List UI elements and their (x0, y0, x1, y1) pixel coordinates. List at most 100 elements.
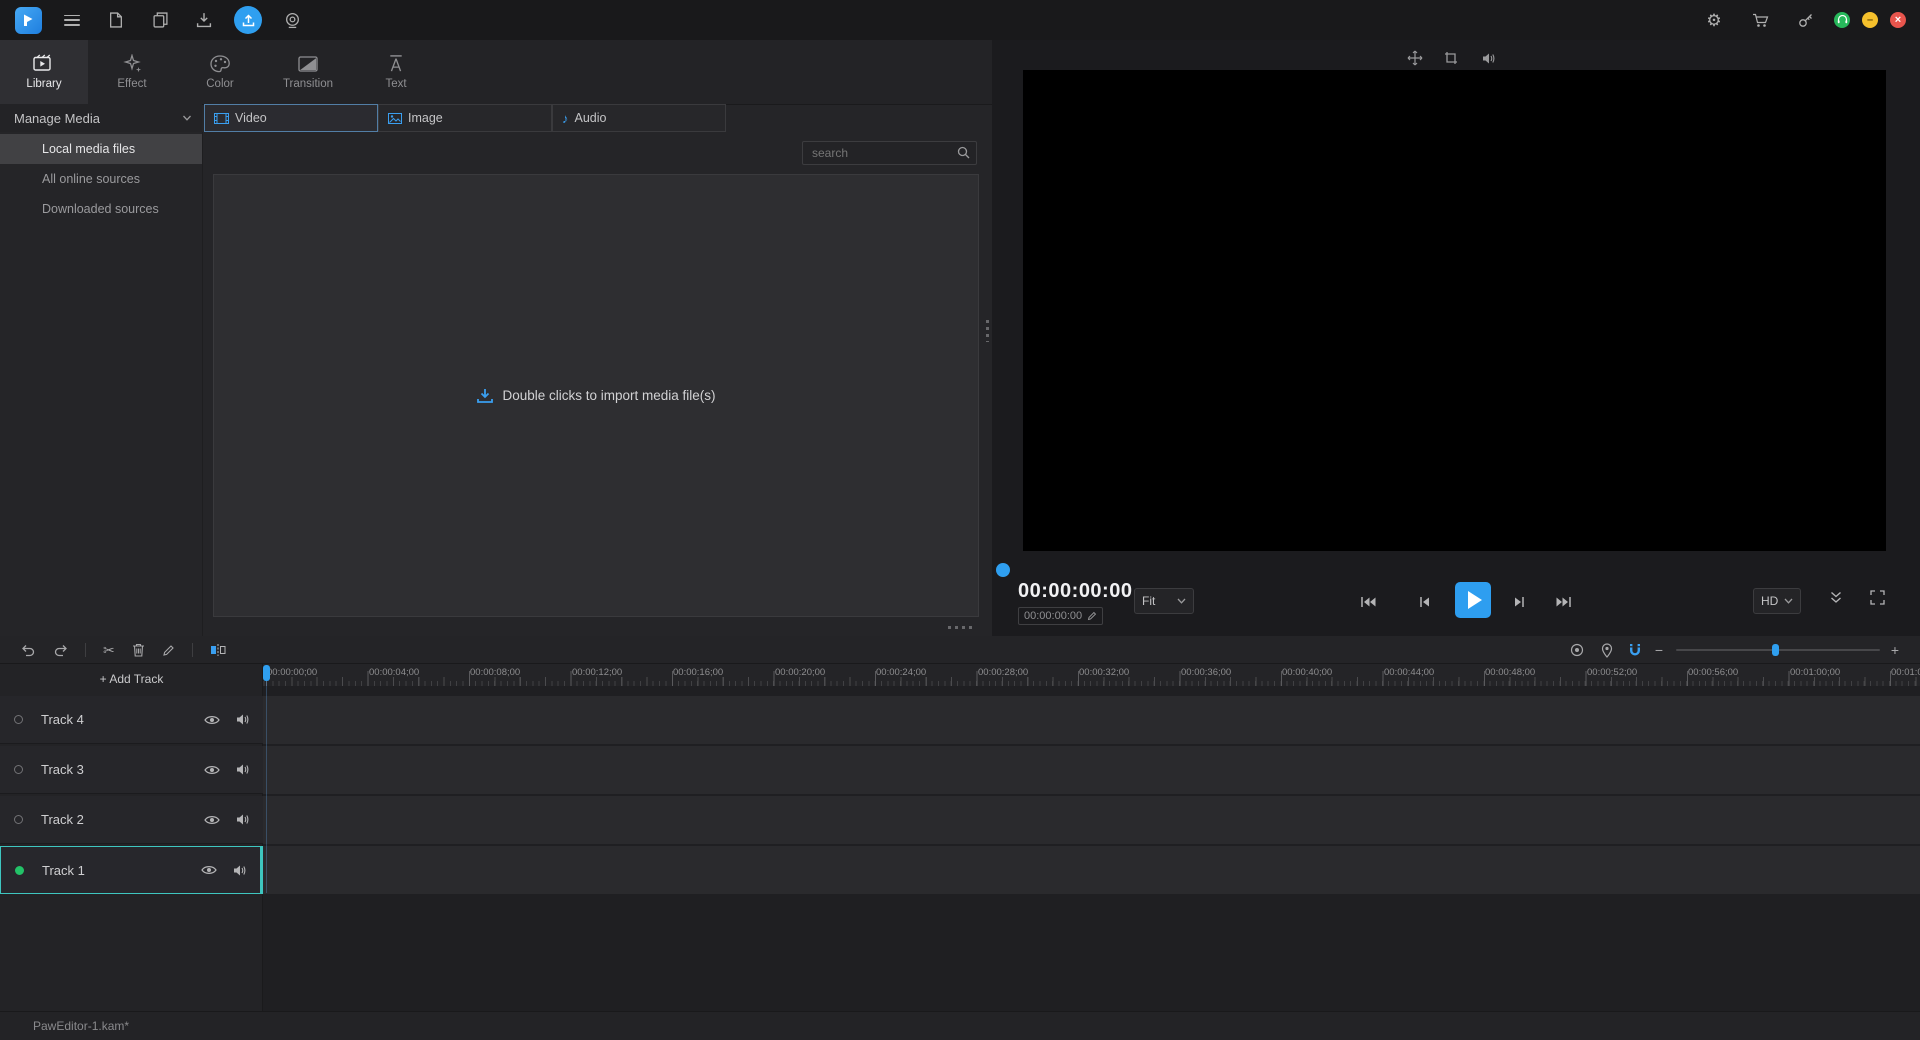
fullscreen-button[interactable] (1870, 590, 1885, 605)
zoom-slider-handle[interactable] (1772, 644, 1779, 656)
search-icon (957, 146, 970, 159)
media-type-tab-video[interactable]: Video (204, 104, 378, 132)
jump-end-button[interactable] (1552, 594, 1576, 610)
media-type-tab-audio[interactable]: ♪ Audio (552, 104, 726, 132)
playhead-marker[interactable] (263, 665, 270, 681)
sidebar-item-online-sources[interactable]: All online sources (0, 164, 202, 194)
minimize-icon: – (1867, 15, 1873, 26)
track-name: Track 4 (41, 712, 201, 727)
seek-handle[interactable] (996, 563, 1010, 577)
edit-button[interactable] (162, 644, 175, 657)
media-panel: Library Effect Color Transition Text Man… (0, 40, 993, 636)
media-type-label: Audio (575, 111, 607, 125)
track-header[interactable]: Track 4 (0, 696, 263, 744)
tab-effect[interactable]: Effect (88, 40, 176, 104)
add-track-button[interactable]: + Add Track (0, 670, 263, 688)
panel-resize-handle-horizontal[interactable] (948, 626, 974, 629)
new-project-button[interactable] (100, 4, 132, 36)
track-visibility-button[interactable] (201, 760, 223, 780)
media-import-drop-area[interactable]: Double clicks to import media file(s) (213, 174, 979, 617)
chevron-down-icon (182, 115, 192, 121)
projects-button[interactable] (144, 4, 176, 36)
project-filename: PawEditor-1.kam* (33, 1012, 129, 1040)
track-mute-button[interactable] (232, 810, 254, 830)
export-button[interactable] (232, 4, 264, 36)
titlebar-left (0, 0, 308, 40)
cut-button[interactable]: ✂ (103, 643, 115, 657)
manage-media-dropdown[interactable]: Manage Media (0, 104, 202, 132)
zoom-in-button[interactable]: + (1884, 636, 1906, 664)
import-button[interactable] (188, 4, 220, 36)
record-button[interactable] (276, 4, 308, 36)
video-preview (1023, 70, 1886, 551)
sidebar-item-downloaded-sources[interactable]: Downloaded sources (0, 194, 202, 224)
ruler-label: 00:00:32;00 (1079, 667, 1129, 678)
track-mute-button[interactable] (232, 760, 254, 780)
prev-frame-button[interactable] (1412, 594, 1436, 610)
transform-move-button[interactable] (1404, 47, 1426, 69)
track-header[interactable]: Track 2 (0, 796, 263, 844)
keyframe-button[interactable] (1566, 636, 1588, 664)
edit-pencil-icon[interactable] (1087, 611, 1097, 621)
track-header[interactable]: Track 3 (0, 746, 263, 794)
sidebar-item-local-media[interactable]: Local media files (0, 134, 202, 164)
scissors-icon: ✂ (103, 643, 115, 657)
preview-volume-button[interactable] (1478, 47, 1500, 69)
track-visibility-button[interactable] (198, 860, 220, 880)
undo-button[interactable] (21, 644, 36, 657)
settings-button[interactable]: ⚙ (1698, 4, 1730, 36)
minimize-button[interactable]: – (1862, 12, 1878, 28)
collapse-preview-button[interactable] (1830, 591, 1842, 604)
fit-select[interactable]: Fit (1134, 588, 1194, 614)
next-frame-button[interactable] (1507, 594, 1531, 610)
zoom-out-button[interactable]: − (1648, 636, 1670, 664)
panel-resize-handle-vertical[interactable] (986, 320, 989, 342)
tab-text[interactable]: Text (352, 40, 440, 104)
track-header-selected[interactable]: Track 1 (0, 846, 263, 894)
menu-button[interactable] (56, 4, 88, 36)
delete-button[interactable] (132, 643, 145, 657)
tab-label: Color (206, 78, 233, 90)
track-lane[interactable] (263, 696, 1920, 744)
toolbar-divider (85, 643, 86, 657)
login-button[interactable] (1790, 4, 1822, 36)
redo-button[interactable] (53, 644, 68, 657)
track-target-indicator[interactable] (14, 765, 23, 774)
eye-icon (204, 814, 220, 826)
track-target-indicator[interactable] (14, 815, 23, 824)
close-button[interactable]: × (1890, 12, 1906, 28)
cart-icon (1752, 13, 1769, 28)
snap-toggle-button[interactable] (1624, 636, 1646, 664)
skip-start-icon (1360, 596, 1376, 608)
track-target-indicator[interactable] (14, 715, 23, 724)
magnet-icon (1628, 643, 1642, 657)
tab-transition[interactable]: Transition (264, 40, 352, 104)
track-mute-button[interactable] (229, 860, 251, 880)
current-timecode: 00:00:00:00 (1018, 580, 1132, 603)
undo-icon (21, 644, 36, 657)
marker-button[interactable] (1596, 636, 1618, 664)
play-button[interactable] (1455, 582, 1491, 618)
track-mute-button[interactable] (232, 710, 254, 730)
track-lane[interactable] (263, 746, 1920, 794)
tab-color[interactable]: Color (176, 40, 264, 104)
track-visibility-button[interactable] (201, 810, 223, 830)
track-lane[interactable] (263, 846, 1920, 894)
tab-label: Transition (283, 78, 333, 90)
media-type-tab-image[interactable]: Image (378, 104, 552, 132)
crop-button[interactable] (1440, 47, 1462, 69)
library-icon (33, 54, 55, 73)
search-input[interactable] (802, 141, 977, 165)
jump-start-button[interactable] (1356, 594, 1380, 610)
duration-value: 00:00:00:00 (1024, 610, 1082, 622)
split-button[interactable] (210, 643, 226, 657)
track-target-indicator[interactable] (15, 866, 24, 875)
timeline-ruler[interactable]: 00:00:00;00 00:00:04;00 00:00:08;00 00:0… (263, 664, 1920, 686)
minus-icon: − (1655, 643, 1663, 657)
store-button[interactable] (1744, 4, 1776, 36)
track-visibility-button[interactable] (201, 710, 223, 730)
support-button[interactable] (1834, 12, 1850, 28)
tab-library[interactable]: Library (0, 40, 88, 104)
track-lane[interactable] (263, 796, 1920, 844)
quality-select[interactable]: HD (1753, 588, 1801, 614)
